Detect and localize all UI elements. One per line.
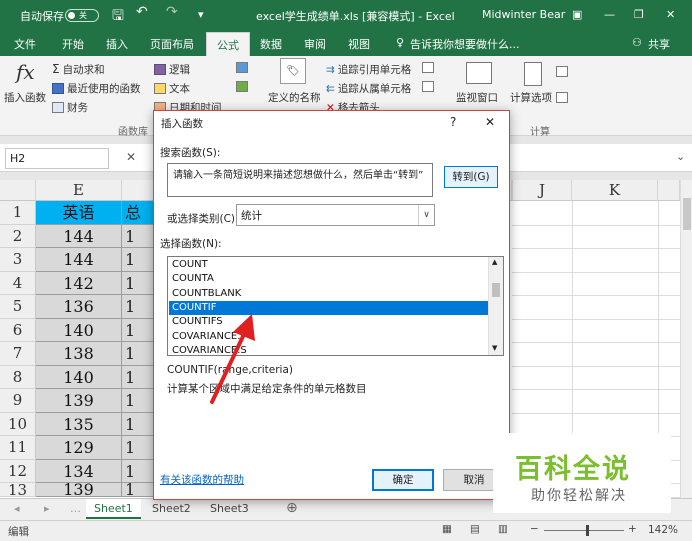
watermark-brand: 百科全说	[515, 454, 631, 485]
excel-window: { "titlebar": { "autosave_label": "自动保存"…	[0, 0, 692, 541]
watermark-tagline: 助你轻松解决	[531, 488, 627, 504]
arrow-shaft	[210, 328, 248, 404]
watermark: 百科全说 助你轻松解决	[493, 433, 671, 513]
